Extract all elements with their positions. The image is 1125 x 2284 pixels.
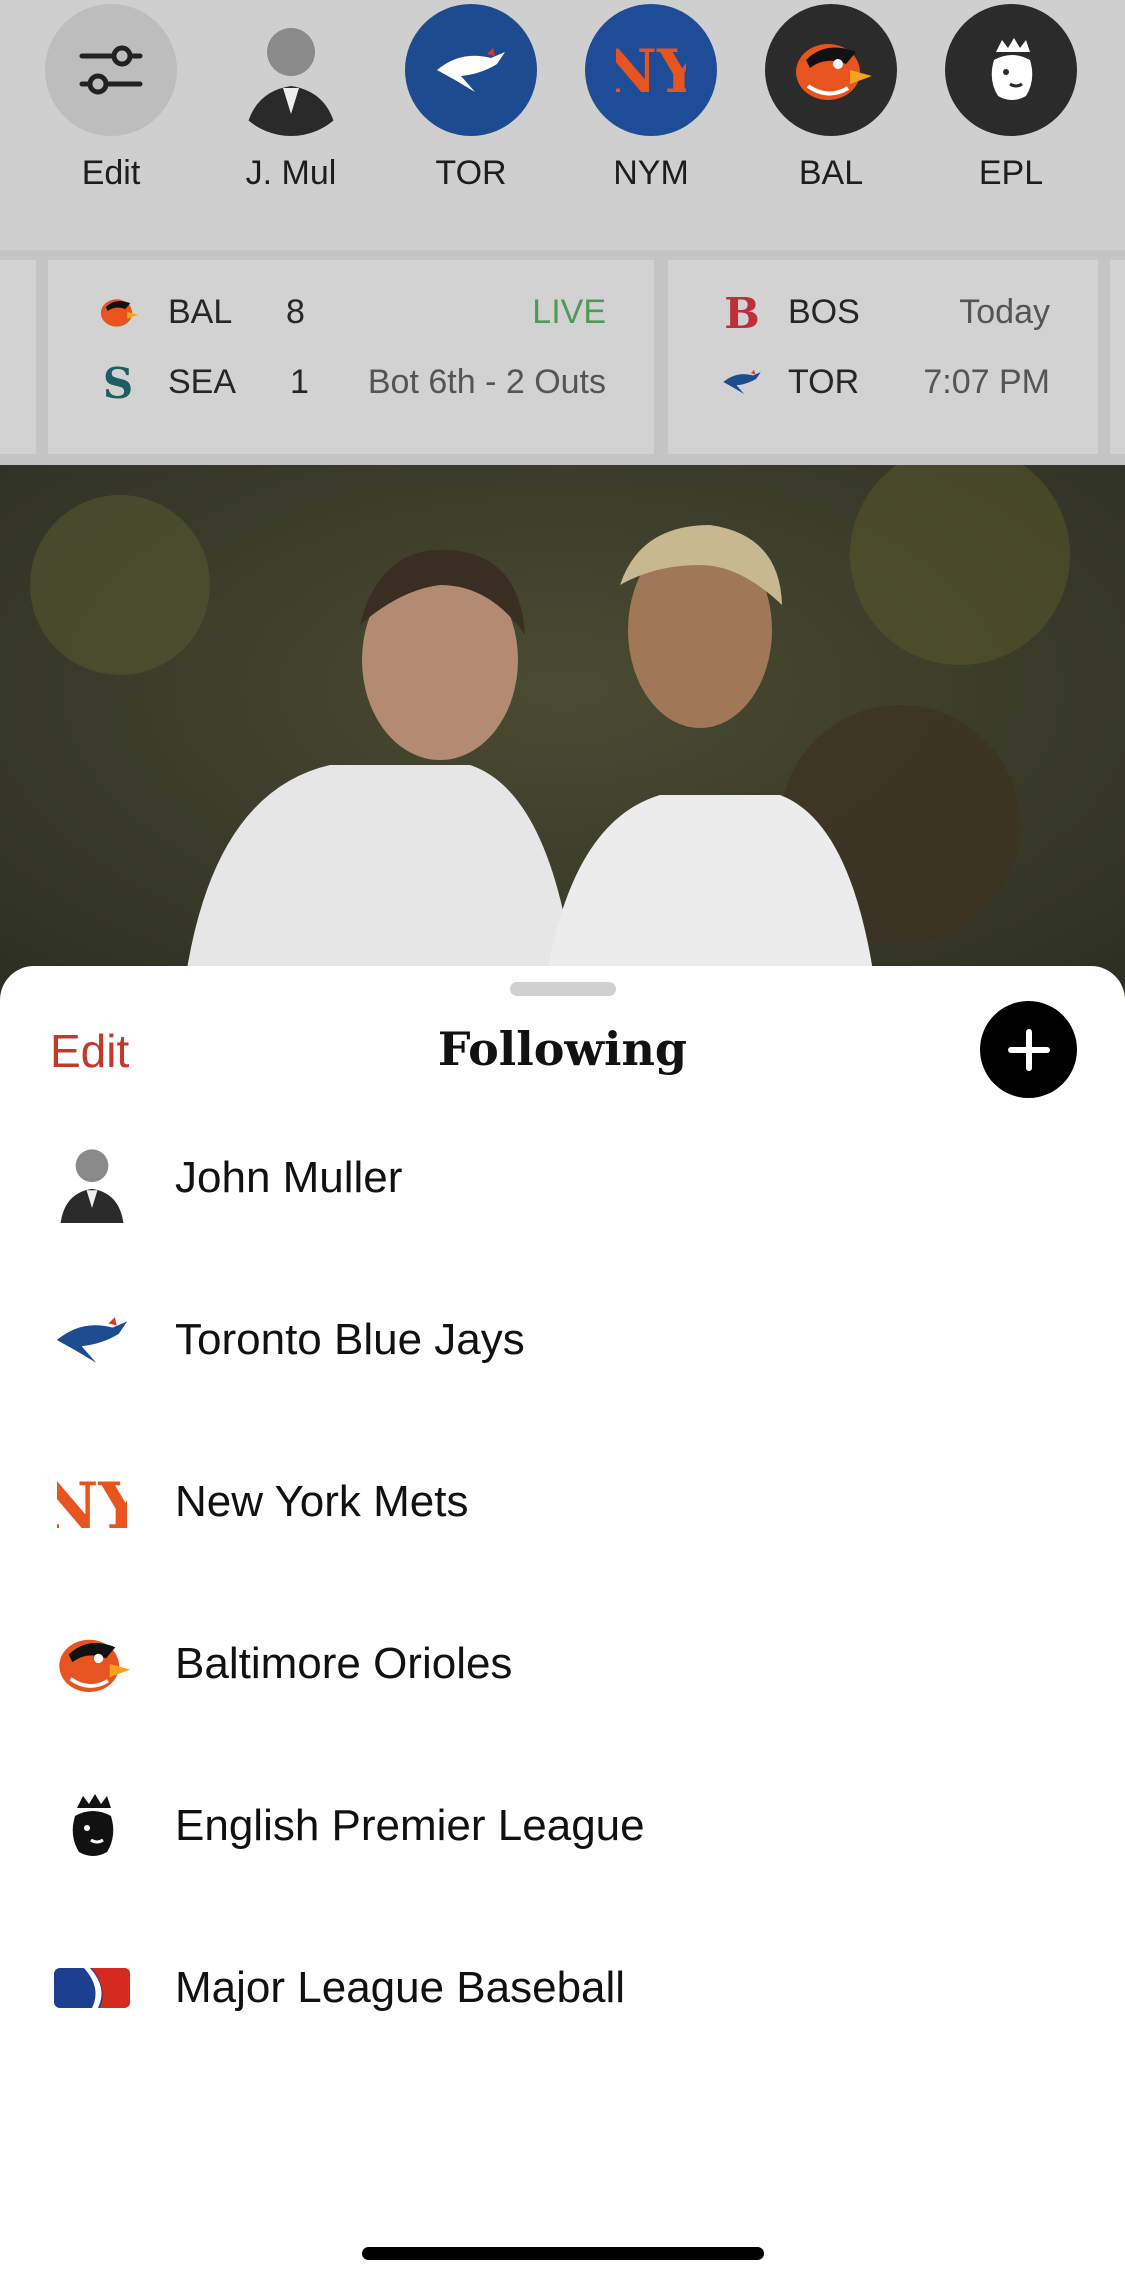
following-sheet: Edit Following John Muller Toronto Blue …	[0, 966, 1125, 2284]
list-item-toronto-blue-jays[interactable]: Toronto Blue Jays	[0, 1280, 1125, 1400]
list-item-label: Baltimore Orioles	[175, 1639, 513, 1688]
orioles-logo	[50, 1622, 134, 1706]
favorite-bal[interactable]: BAL	[765, 4, 897, 193]
list-item-english-premier-league[interactable]: English Premier League	[0, 1766, 1125, 1886]
person-avatar	[50, 1136, 134, 1223]
mets-logo: NY	[585, 4, 717, 136]
game-day: Today	[959, 292, 1050, 331]
list-item-baltimore-orioles[interactable]: Baltimore Orioles	[0, 1604, 1125, 1724]
favorite-label: Edit	[81, 154, 141, 192]
list-item-label: New York Mets	[175, 1477, 469, 1526]
score-card-bal-sea[interactable]: BAL 8 LIVE S SEA 1 Bot 6th - 2 Outs	[48, 260, 654, 454]
favorite-nym[interactable]: NY NYM	[585, 4, 717, 193]
list-item-major-league-baseball[interactable]: Major League Baseball	[0, 1928, 1125, 2048]
team-abbr: BAL	[168, 292, 233, 331]
svg-text:S: S	[103, 360, 133, 404]
list-item-label: English Premier League	[175, 1801, 645, 1850]
favorite-label: TOR	[435, 154, 507, 192]
game-status: Bot 6th - 2 Outs	[367, 362, 606, 401]
blue-jays-logo	[405, 4, 537, 136]
orioles-logo	[765, 4, 897, 136]
mets-logo: NY	[50, 1460, 134, 1544]
list-item-label: John Muller	[175, 1153, 403, 1202]
red-sox-logo: B	[720, 290, 764, 334]
score-card-partial[interactable]	[0, 260, 36, 454]
team-score: 8	[286, 292, 305, 331]
favorite-j-mul[interactable]: J. Mul	[225, 4, 357, 193]
person-avatar	[225, 4, 357, 136]
sheet-title: Following	[437, 1022, 688, 1076]
svg-text:NY: NY	[57, 1469, 127, 1544]
favorites-strip: Edit J. Mul TOR NY NYM BAL EPL	[0, 0, 1125, 250]
game-time: 7:07 PM	[923, 362, 1050, 401]
sliders-icon	[45, 4, 177, 136]
team-abbr: TOR	[788, 362, 860, 401]
mlb-logo	[50, 1946, 134, 2030]
svg-text:B: B	[724, 290, 760, 334]
scores-strip: BAL 8 LIVE S SEA 1 Bot 6th - 2 Outs B BO…	[0, 250, 1125, 465]
list-item-new-york-mets[interactable]: NY New York Mets	[0, 1442, 1125, 1562]
premier-league-logo	[50, 1784, 134, 1868]
status-live: LIVE	[532, 292, 606, 331]
plus-icon	[1007, 1028, 1050, 1071]
team-abbr: BOS	[788, 292, 860, 331]
hero-photo[interactable]	[0, 465, 1125, 1025]
favorite-epl[interactable]: EPL	[945, 4, 1077, 193]
home-indicator[interactable]	[362, 2247, 764, 2260]
blue-jays-logo	[50, 1298, 134, 1382]
favorite-label: J. Mul	[245, 154, 337, 192]
team-abbr: SEA	[168, 362, 237, 401]
svg-text:NY: NY	[616, 37, 686, 107]
score-card-partial[interactable]	[1110, 260, 1125, 454]
add-button[interactable]	[980, 1001, 1077, 1098]
favorite-edit[interactable]: Edit	[45, 4, 177, 193]
favorite-tor[interactable]: TOR	[405, 4, 537, 193]
favorite-label: BAL	[798, 154, 864, 192]
team-score: 1	[290, 362, 309, 401]
mariners-logo: S	[96, 360, 140, 404]
list-item-label: Toronto Blue Jays	[175, 1315, 525, 1364]
sheet-grabber[interactable]	[510, 982, 616, 996]
favorite-label: EPL	[978, 154, 1044, 192]
premier-league-logo	[945, 4, 1077, 136]
list-item-john-muller[interactable]: John Muller	[0, 1118, 1125, 1238]
blue-jays-logo	[720, 360, 764, 404]
orioles-logo	[96, 290, 140, 334]
favorite-label: NYM	[613, 154, 689, 192]
score-card-bos-tor[interactable]: B BOS Today TOR 7:07 PM	[668, 260, 1098, 454]
list-item-label: Major League Baseball	[175, 1963, 626, 2012]
